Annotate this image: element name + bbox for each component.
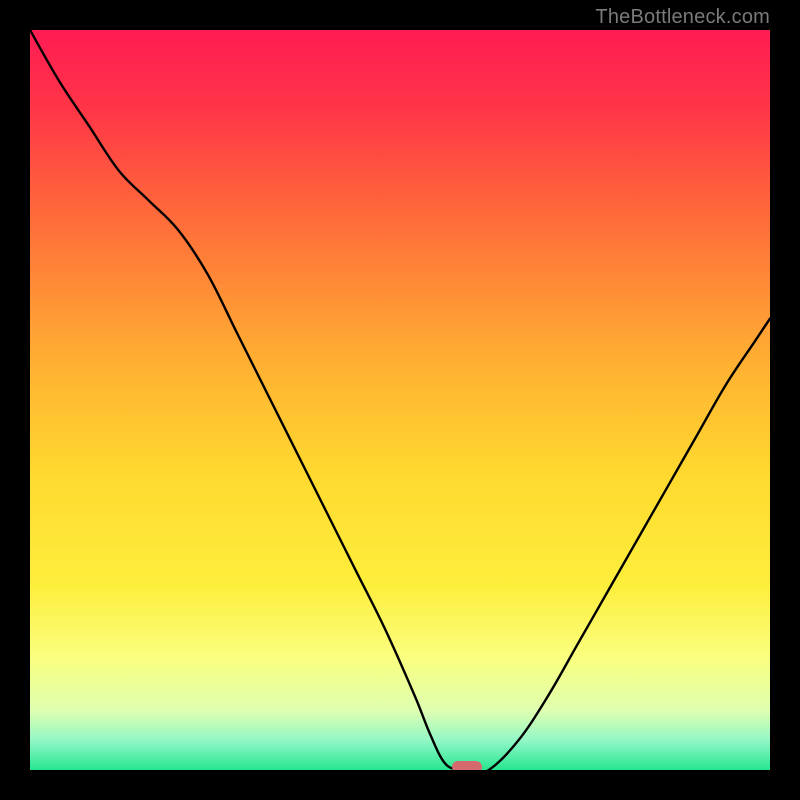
optimal-marker (452, 761, 482, 770)
bottleneck-curve (30, 30, 770, 770)
curve-svg (30, 30, 770, 770)
plot-area (30, 30, 770, 770)
watermark: TheBottleneck.com (595, 6, 770, 29)
chart-frame: TheBottleneck.com (0, 0, 800, 800)
